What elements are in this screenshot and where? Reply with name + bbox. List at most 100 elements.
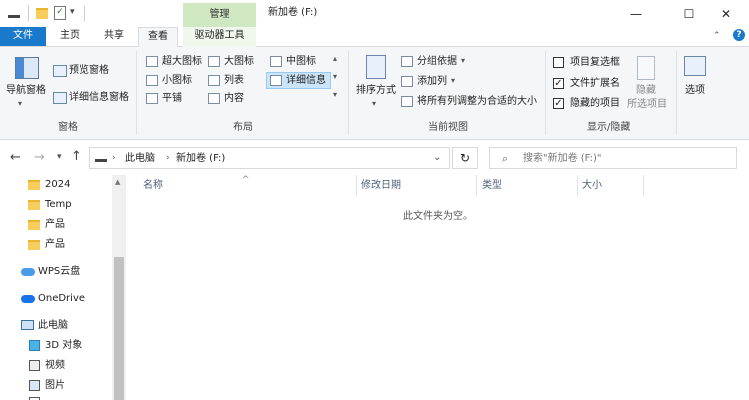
hide-selected-button[interactable]: 隐藏 <box>636 86 656 96</box>
list-icon <box>208 75 220 86</box>
hidden-items-checkbox[interactable]: ✓ <box>553 98 564 109</box>
breadcrumb-this-pc[interactable]: 此电脑 <box>125 154 155 164</box>
nav-item-3d-objects[interactable]: 3D 对象 <box>45 341 82 351</box>
preview-pane-button[interactable]: 预览窗格 <box>69 66 109 76</box>
qat-divider-2 <box>84 6 85 21</box>
layout-medium-icons[interactable]: 中图标 <box>286 57 316 67</box>
forward-arrow-icon[interactable]: → <box>34 150 45 165</box>
nav-pane-button[interactable]: 导航窗格 <box>6 86 46 96</box>
add-columns-chevron-down-icon[interactable]: ▾ <box>451 76 455 85</box>
options-button[interactable]: 选项 <box>685 86 705 96</box>
group-by-chevron-down-icon[interactable]: ▾ <box>461 56 465 65</box>
address-bar[interactable]: › 此电脑 › 新加卷 (F:) ⌄ <box>89 147 450 169</box>
column-divider[interactable] <box>643 175 644 197</box>
search-box[interactable]: ⌕ 搜索"新加卷 (F:)" <box>489 147 737 169</box>
layout-group-label: 布局 <box>233 122 253 133</box>
nav-item-onedrive[interactable]: OneDrive <box>38 294 85 304</box>
nav-item-pictures[interactable]: 图片 <box>45 381 65 391</box>
pictures-icon <box>29 380 40 391</box>
help-icon[interactable]: ? <box>733 29 745 41</box>
layout-tiles[interactable]: 平铺 <box>162 94 182 104</box>
sort-by-icon <box>366 55 386 79</box>
tab-manage[interactable]: 管理 <box>183 3 256 27</box>
collapse-ribbon-icon[interactable]: ⌃ <box>713 31 721 41</box>
title-bar: ✓ ▾ 管理 新加卷 (F:) — ☐ ✕ <box>0 0 749 27</box>
ribbon-separator <box>348 51 349 135</box>
onedrive-icon <box>21 295 35 303</box>
column-header-modified[interactable]: 修改日期 <box>361 181 401 191</box>
layout-content[interactable]: 内容 <box>224 94 244 104</box>
column-divider[interactable] <box>476 175 477 197</box>
layout-small-icons[interactable]: 小图标 <box>162 76 192 86</box>
layout-extra-large-icons[interactable]: 超大图标 <box>162 57 202 67</box>
tab-home[interactable]: 主页 <box>50 27 90 47</box>
nav-pane-chevron-down-icon[interactable]: ▾ <box>18 99 22 108</box>
layout-scroll-up-icon[interactable]: ▴ <box>333 54 337 63</box>
nav-item-videos[interactable]: 视频 <box>45 361 65 371</box>
back-arrow-icon[interactable]: ← <box>10 150 21 165</box>
maximize-icon: ☐ <box>683 6 695 21</box>
layout-list[interactable]: 列表 <box>224 76 244 86</box>
layout-large-icons[interactable]: 大图标 <box>224 57 254 67</box>
group-by-button[interactable]: 分组依据 <box>417 57 457 67</box>
fit-columns-button[interactable]: 将所有列调整为合适的大小 <box>417 97 537 107</box>
column-header-type[interactable]: 类型 <box>482 181 502 191</box>
tab-view[interactable]: 查看 <box>138 27 178 48</box>
column-divider[interactable] <box>356 175 357 197</box>
sort-by-button[interactable]: 排序方式 <box>356 86 396 96</box>
details-pane-icon <box>53 92 67 104</box>
folder-icon <box>28 180 40 190</box>
medium-icons-icon <box>270 56 282 67</box>
folder-icon <box>28 240 40 250</box>
tab-file[interactable]: 文件 <box>0 27 46 46</box>
nav-item-product-1[interactable]: 产品 <box>45 220 65 230</box>
nav-item-product-2[interactable]: 产品 <box>45 240 65 250</box>
scroll-up-icon[interactable]: ▲ <box>115 178 120 186</box>
column-header-name[interactable]: 名称 <box>143 181 163 191</box>
nav-item-temp[interactable]: Temp <box>45 200 72 210</box>
add-columns-button[interactable]: 添加列 <box>417 77 447 87</box>
sort-by-chevron-down-icon[interactable]: ▾ <box>372 99 376 108</box>
large-icons-icon <box>208 56 220 67</box>
up-arrow-icon[interactable]: ↑ <box>71 149 82 164</box>
breadcrumb-drive[interactable]: 新加卷 (F:) <box>176 154 225 164</box>
ribbon-separator <box>676 51 677 135</box>
show-hide-group-label: 显示/隐藏 <box>587 122 631 133</box>
tab-share[interactable]: 共享 <box>94 27 134 47</box>
small-icons-icon <box>146 75 158 86</box>
nav-item-wps-cloud[interactable]: WPS云盘 <box>38 267 80 277</box>
properties-icon[interactable]: ✓ <box>54 6 66 20</box>
search-input[interactable]: 搜索"新加卷 (F:)" <box>523 154 602 164</box>
add-columns-icon <box>401 76 413 87</box>
nav-pane-icon <box>15 57 39 79</box>
nav-item-2024[interactable]: 2024 <box>45 180 70 190</box>
breadcrumb-chevron-icon[interactable]: › <box>112 154 116 163</box>
qat-chevron-down-icon[interactable]: ▾ <box>70 7 80 21</box>
column-divider[interactable] <box>577 175 578 197</box>
nav-item-this-pc[interactable]: 此电脑 <box>38 321 68 331</box>
item-checkboxes-label: 项目复选框 <box>570 57 620 68</box>
empty-folder-message: 此文件夹为空。 <box>403 211 473 222</box>
recent-locations-chevron-down-icon[interactable]: ▾ <box>57 152 62 162</box>
layout-scroll-down-icon[interactable]: ▾ <box>333 72 337 81</box>
close-button[interactable]: ✕ <box>703 0 749 27</box>
item-checkboxes-checkbox[interactable] <box>553 57 564 68</box>
details-pane-button[interactable]: 详细信息窗格 <box>69 93 129 103</box>
layout-details[interactable]: 详细信息 <box>286 76 326 86</box>
nav-scrollbar-thumb[interactable] <box>114 257 124 400</box>
preview-pane-icon <box>53 65 67 77</box>
minimize-icon: — <box>630 6 642 21</box>
computer-icon <box>21 320 34 330</box>
details-icon <box>270 75 282 86</box>
minimize-button[interactable]: — <box>613 0 659 27</box>
folder-icon[interactable] <box>36 8 48 19</box>
breadcrumb-chevron-icon[interactable]: › <box>166 154 170 163</box>
ribbon-separator <box>136 51 137 135</box>
file-extensions-checkbox[interactable]: ✓ <box>553 78 564 89</box>
address-history-chevron-down-icon[interactable]: ⌄ <box>433 152 441 163</box>
folder-icon <box>28 220 40 230</box>
tab-drive-tools[interactable]: 驱动器工具 <box>183 27 256 47</box>
column-header-size[interactable]: 大小 <box>582 181 602 191</box>
refresh-button[interactable]: ↻ <box>452 147 478 169</box>
layout-more-icon[interactable]: ▾ <box>333 90 337 99</box>
